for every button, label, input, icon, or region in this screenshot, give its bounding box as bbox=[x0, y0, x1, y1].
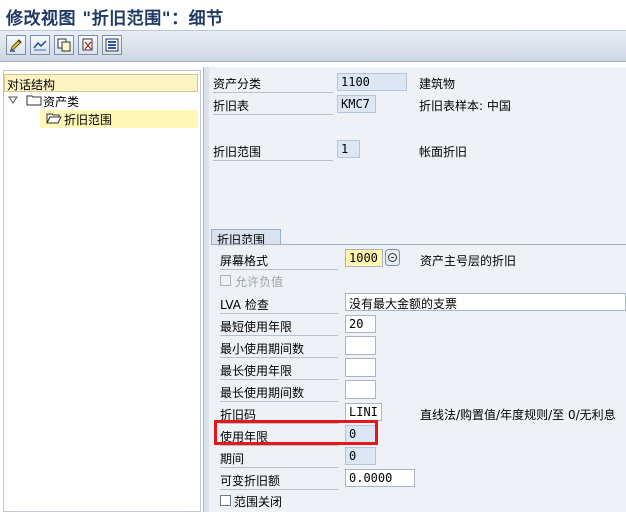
max-life-field[interactable] bbox=[345, 358, 376, 377]
expand-triangle-icon[interactable] bbox=[8, 96, 18, 104]
allow-negative-label: 允许负值 bbox=[235, 275, 284, 289]
allow-negative-checkbox bbox=[220, 275, 231, 286]
min-life-label: 最短使用年限 bbox=[220, 318, 338, 336]
f4-help-icon[interactable] bbox=[385, 249, 400, 266]
dep-table-label: 折旧表 bbox=[213, 97, 333, 115]
tree-item-asset-class[interactable]: 资产类 bbox=[5, 92, 197, 110]
highlight-box bbox=[214, 420, 378, 445]
display-change-icon[interactable] bbox=[30, 35, 50, 55]
screen-layout-field[interactable]: 1000 bbox=[345, 249, 383, 267]
min-periods-field[interactable] bbox=[345, 336, 376, 355]
period-label: 期间 bbox=[220, 450, 338, 468]
tree-item-depreciation-area[interactable]: 折旧范围 bbox=[40, 110, 198, 128]
folder-icon bbox=[26, 95, 42, 106]
copy-icon[interactable] bbox=[54, 35, 74, 55]
lva-check-dropdown[interactable]: 没有最大金额的支票 bbox=[345, 293, 626, 311]
min-periods-label: 最小使用期间数 bbox=[220, 340, 338, 358]
tree-item-label: 资产类 bbox=[43, 95, 80, 109]
dep-key-field[interactable]: LINI bbox=[345, 403, 382, 421]
edit-pen-icon[interactable] bbox=[6, 35, 26, 55]
open-folder-icon bbox=[46, 113, 62, 124]
variable-dep-field[interactable]: 0.0000 bbox=[345, 469, 415, 487]
dep-area-desc: 帐面折旧 bbox=[419, 145, 468, 159]
dep-table-field: KMC7 bbox=[337, 95, 376, 113]
toolbar bbox=[0, 31, 626, 62]
asset-class-field: 1100 bbox=[337, 73, 407, 91]
tree-item-label: 折旧范围 bbox=[64, 113, 113, 127]
variable-dep-label: 可变折旧额 bbox=[220, 472, 338, 490]
tree-header-label: 对话结构 bbox=[7, 78, 56, 92]
area-closed-checkbox[interactable] bbox=[220, 495, 231, 506]
max-periods-field[interactable] bbox=[345, 380, 376, 399]
delete-icon[interactable] bbox=[78, 35, 98, 55]
period-field: 0 bbox=[345, 447, 376, 465]
window-title-bar: 修改视图 "折旧范围"：细节 bbox=[0, 0, 626, 31]
group-title: 折旧范围 bbox=[217, 233, 266, 247]
select-all-icon[interactable] bbox=[102, 35, 122, 55]
dialog-structure-panel bbox=[0, 67, 204, 512]
dep-table-desc: 折旧表样本: 中国 bbox=[419, 99, 511, 113]
asset-class-label: 资产分类 bbox=[213, 75, 333, 93]
screen-layout-label: 屏幕格式 bbox=[220, 252, 338, 270]
max-periods-label: 最长使用期间数 bbox=[220, 384, 338, 402]
screen-layout-desc: 资产主号层的折旧 bbox=[420, 254, 517, 268]
group-divider bbox=[211, 244, 626, 245]
dep-area-label: 折旧范围 bbox=[213, 143, 333, 161]
group-tab: 折旧范围 bbox=[211, 229, 281, 247]
window-title: 修改视图 "折旧范围"：细节 bbox=[6, 9, 224, 29]
dep-key-desc: 直线法/购置值/年度规则/至 0/无利息 bbox=[420, 408, 616, 422]
tree-frame bbox=[3, 70, 201, 512]
search-help-button[interactable] bbox=[385, 249, 400, 266]
asset-class-desc: 建筑物 bbox=[419, 77, 456, 91]
dep-area-field: 1 bbox=[337, 140, 360, 158]
lva-check-label: LVA 检查 bbox=[220, 296, 338, 314]
min-life-field[interactable]: 20 bbox=[345, 315, 376, 333]
area-closed-label: 范围关闭 bbox=[234, 495, 283, 509]
max-life-label: 最长使用年限 bbox=[220, 362, 338, 380]
tree-header: 对话结构 bbox=[4, 74, 198, 92]
